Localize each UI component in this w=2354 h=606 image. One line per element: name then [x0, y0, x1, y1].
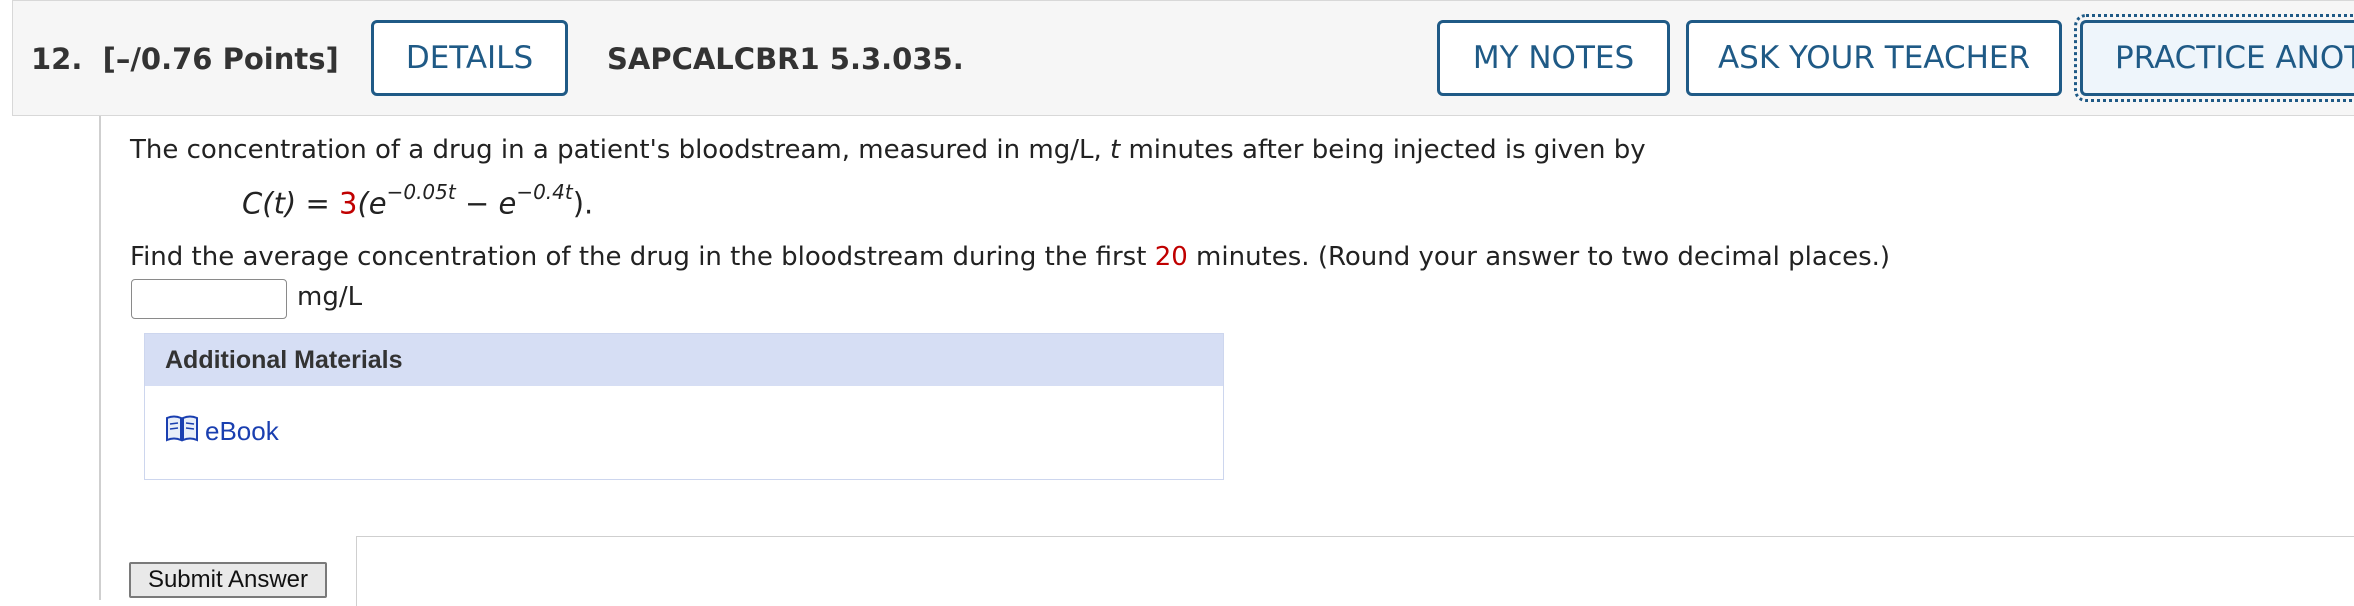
formula-open: (e — [357, 186, 387, 221]
problem-intro: The concentration of a drug in a patient… — [130, 135, 1646, 165]
question-id: SAPCALCBR1 5.3.035. — [607, 42, 964, 76]
my-notes-button-label: MY NOTES — [1472, 40, 1635, 76]
practice-another-button[interactable]: PRACTICE ANOTHER — [2074, 14, 2354, 102]
points-label: [–/0.76 Points] — [102, 42, 339, 76]
question-text-2: minutes. (Round your answer to two decim… — [1187, 242, 1891, 272]
intro-variable: t — [1110, 135, 1121, 165]
intro-text-2: minutes after being injected is given by — [1120, 135, 1646, 165]
formula-middle: − e — [455, 186, 517, 221]
practice-another-button-label: PRACTICE ANOTHER — [2115, 40, 2354, 76]
question-text-1: Find the average concentration of the dr… — [130, 242, 1155, 272]
intro-text-1: The concentration of a drug in a patient… — [130, 135, 1110, 165]
formula-exponent-1: −0.05t — [386, 180, 456, 204]
question-number-points: 12. [–/0.76 Points] — [31, 42, 339, 76]
submit-answer-button[interactable]: Submit Answer — [129, 562, 327, 598]
ask-teacher-button-label: ASK YOUR TEACHER — [1717, 40, 2031, 76]
question-highlight: 20 — [1154, 242, 1188, 272]
additional-materials-title: Additional Materials — [145, 334, 1223, 386]
formula-lhs: C(t) = — [242, 186, 339, 221]
concentration-formula: C(t) = 3(e−0.05t − e−0.4t). — [242, 180, 594, 221]
content-left-rule — [99, 116, 101, 600]
ask-teacher-button[interactable]: ASK YOUR TEACHER — [1686, 20, 2062, 96]
answer-input[interactable] — [131, 279, 287, 319]
submit-answer-label: Submit Answer — [147, 566, 309, 593]
answer-unit: mg/L — [297, 282, 363, 312]
book-icon — [165, 414, 199, 448]
formula-exponent-2: −0.4t — [516, 180, 573, 204]
question-number: 12. — [31, 42, 83, 76]
ebook-link[interactable]: eBook — [165, 414, 279, 448]
additional-materials-panel: Additional Materials eBook — [144, 333, 1224, 480]
my-notes-button[interactable]: MY NOTES — [1437, 20, 1670, 96]
response-area — [356, 536, 2354, 606]
ebook-label: eBook — [205, 415, 279, 446]
formula-coefficient: 3 — [338, 186, 358, 221]
formula-close: ). — [572, 186, 594, 221]
details-button[interactable]: DETAILS — [371, 20, 568, 96]
details-button-label: DETAILS — [405, 40, 534, 76]
problem-question: Find the average concentration of the dr… — [130, 242, 1890, 272]
